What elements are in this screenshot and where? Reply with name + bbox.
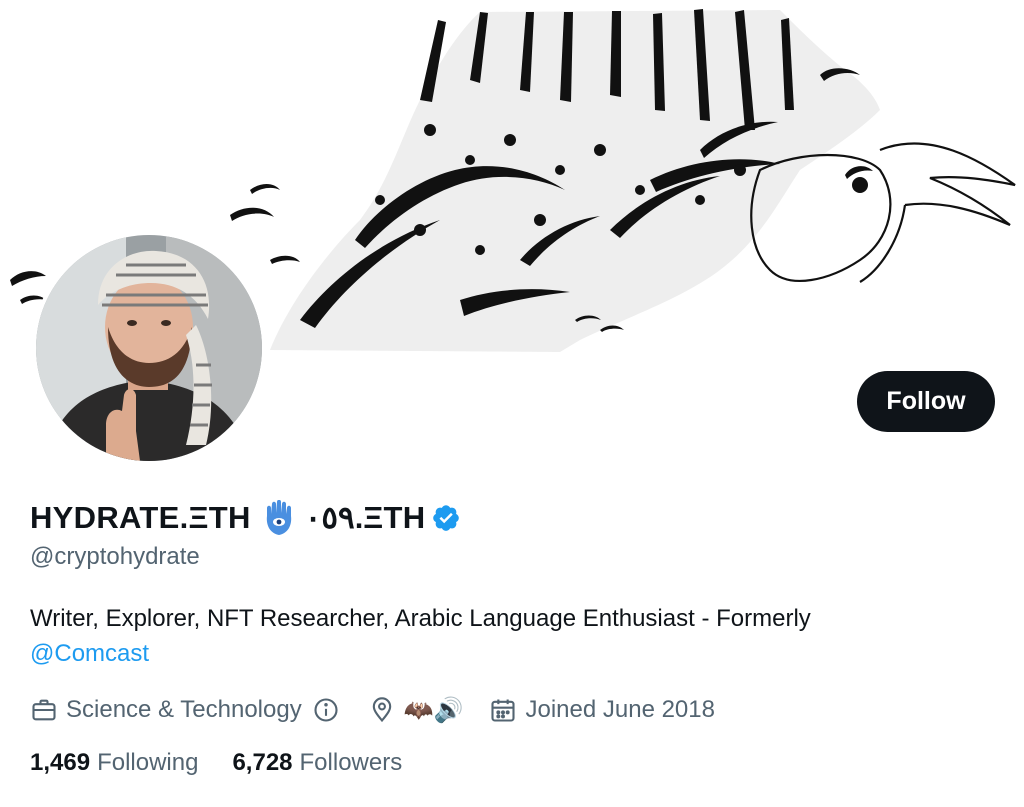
display-name-part1: HYDRATE.ΞTH bbox=[30, 500, 251, 535]
profile-bio: Writer, Explorer, NFT Researcher, Arabic… bbox=[30, 601, 930, 671]
followers-label: Followers bbox=[299, 749, 403, 776]
profile-avatar[interactable] bbox=[32, 231, 266, 465]
profile-meta: Science & Technology 🦇🔊 Joined June 2018 bbox=[30, 690, 715, 730]
follow-button[interactable]: Follow bbox=[857, 371, 995, 432]
location-label: 🦇🔊 bbox=[403, 696, 464, 724]
category-label: Science & Technology bbox=[66, 696, 302, 723]
display-name-part2: ٠٥٩.ΞTH bbox=[304, 500, 426, 535]
following-count: 1,469 bbox=[30, 749, 91, 776]
location-item: 🦇🔊 bbox=[368, 696, 464, 725]
joined-label: Joined June 2018 bbox=[525, 696, 715, 723]
following-link[interactable]: 1,469 Following bbox=[30, 749, 198, 777]
briefcase-icon bbox=[30, 696, 58, 724]
bio-mention-link[interactable]: @Comcast bbox=[30, 636, 930, 671]
following-label: Following bbox=[97, 749, 199, 776]
profile-display-name: HYDRATE.ΞTH ٠٥٩.ΞTH bbox=[30, 496, 461, 540]
category-item: Science & Technology bbox=[30, 696, 348, 724]
profile-handle: @cryptohydrate bbox=[30, 543, 200, 570]
avatar-photo bbox=[36, 235, 262, 461]
profile-stats: 1,469 Following 6,728 Followers bbox=[30, 745, 402, 781]
calendar-icon bbox=[489, 696, 517, 724]
hamsa-icon bbox=[263, 500, 295, 536]
info-icon[interactable] bbox=[312, 696, 340, 724]
joined-item: Joined June 2018 bbox=[489, 696, 715, 724]
location-pin-icon bbox=[368, 696, 396, 724]
followers-count: 6,728 bbox=[232, 749, 293, 776]
followers-link[interactable]: 6,728 Followers bbox=[232, 749, 402, 777]
verified-badge-icon[interactable] bbox=[431, 503, 461, 533]
bio-text: Writer, Explorer, NFT Researcher, Arabic… bbox=[30, 605, 811, 632]
